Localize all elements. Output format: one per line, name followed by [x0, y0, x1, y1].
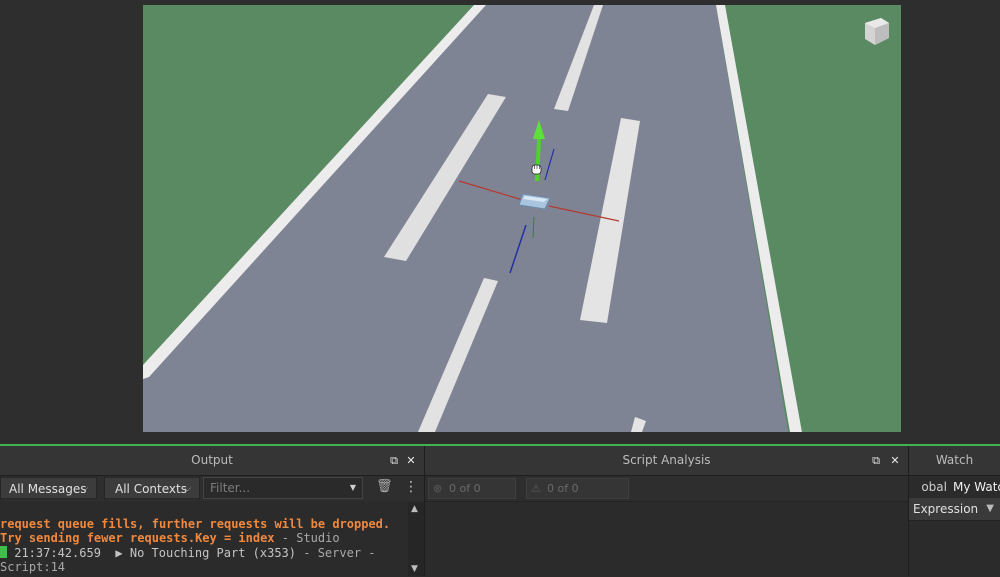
chevron-down-icon: ⌵	[81, 484, 88, 494]
log-line: request queue fills, further requests wi…	[0, 517, 408, 532]
log-line: Try sending fewer requests.Key = index -…	[0, 531, 408, 546]
log-line: 21:37:42.659 ▶ No Touching Part (x353) -…	[0, 545, 408, 561]
tab-global-label: obal	[921, 480, 947, 494]
output-title: Output	[191, 453, 233, 467]
analysis-toolbar: ⊗ 0 of 0 Errors ⚠ 0 of 0 Warnings	[425, 476, 908, 514]
hand-cursor-icon	[531, 164, 542, 175]
tab-global[interactable]: obal	[909, 476, 947, 498]
log-context: Server	[317, 545, 362, 560]
y-axis-handle[interactable]	[535, 138, 541, 182]
expression-column-header[interactable]: Expression ▼	[909, 498, 1000, 520]
log-separator: -	[296, 545, 318, 560]
log-message: ▶ No Touching Part (x353)	[115, 545, 297, 560]
log-separator: -	[274, 531, 297, 545]
output-log[interactable]: request queue fills, further requests wi…	[0, 502, 408, 576]
error-icon: ⊗	[433, 482, 443, 495]
log-line: Script:14	[0, 560, 408, 575]
log-separator: -	[361, 545, 376, 560]
warning-icon: ⚠	[531, 482, 541, 495]
analysis-title: Script Analysis	[622, 453, 711, 467]
restore-icon[interactable]: ⧉	[388, 455, 400, 467]
output-panel: Output ⧉ ✕ All Messages ⌵ All Contexts ⌵…	[0, 446, 425, 576]
errors-filter-button[interactable]: ⊗ 0 of 0 Errors	[428, 478, 516, 514]
output-header: Output ⧉ ✕	[0, 446, 424, 476]
contexts-filter-dropdown[interactable]: All Contexts ⌵	[104, 477, 200, 499]
dropdown-caret-icon[interactable]: ▼	[986, 498, 994, 520]
messages-filter-dropdown[interactable]: All Messages ⌵	[0, 477, 97, 499]
script-analysis-panel: Script Analysis ⧉ ✕ ⊗ 0 of 0 Errors ⚠ 0 …	[425, 446, 909, 576]
log-message: Try sending fewer requests.Key = index	[0, 531, 275, 545]
filter-input[interactable]: Filter... ▼	[203, 477, 363, 499]
warnings-filter-button[interactable]: ⚠ 0 of 0 Warnings	[526, 478, 629, 514]
close-icon[interactable]: ✕	[405, 455, 417, 467]
output-toolbar: All Messages ⌵ All Contexts ⌵ Filter... …	[0, 476, 424, 501]
restore-icon[interactable]: ⧉	[870, 455, 882, 467]
watch-tabs: obal My Watch	[909, 476, 1000, 498]
analysis-header: Script Analysis ⧉ ✕	[425, 446, 908, 476]
expression-label: Expression	[913, 502, 979, 516]
log-timestamp: 21:37:42.659	[14, 545, 101, 560]
more-options-icon[interactable]: ⋮	[404, 480, 418, 494]
filter-placeholder: Filter...	[210, 481, 251, 495]
analysis-results	[425, 501, 908, 576]
watch-list	[909, 520, 1000, 577]
log-source: Script:14	[0, 560, 66, 574]
log-marker	[0, 545, 7, 558]
watch-header: Watch	[909, 446, 1000, 476]
watch-title: Watch	[935, 453, 974, 467]
log-message: request queue fills, further requests wi…	[0, 516, 391, 531]
tab-my-watch[interactable]: My Watch	[947, 476, 1000, 498]
3d-viewport[interactable]	[143, 5, 901, 432]
messages-filter-value: All Messages	[9, 482, 87, 496]
tab-my-watch-label: My Watch	[953, 480, 1000, 494]
chevron-down-icon: ⌵	[184, 484, 191, 494]
scene[interactable]	[143, 5, 901, 432]
close-icon[interactable]: ✕	[889, 455, 901, 467]
trash-icon[interactable]: 🗑	[376, 480, 393, 494]
dropdown-caret-icon[interactable]: ▼	[350, 478, 356, 498]
scroll-up-icon[interactable]: ▲	[411, 504, 418, 514]
scroll-down-icon[interactable]: ▼	[411, 564, 418, 574]
log-context: Studio	[296, 531, 340, 545]
contexts-filter-value: All Contexts	[115, 482, 187, 496]
output-scrollbar[interactable]: ▲ ▼	[408, 502, 424, 576]
watch-panel: Watch obal My Watch Expression ▼	[909, 446, 1000, 577]
